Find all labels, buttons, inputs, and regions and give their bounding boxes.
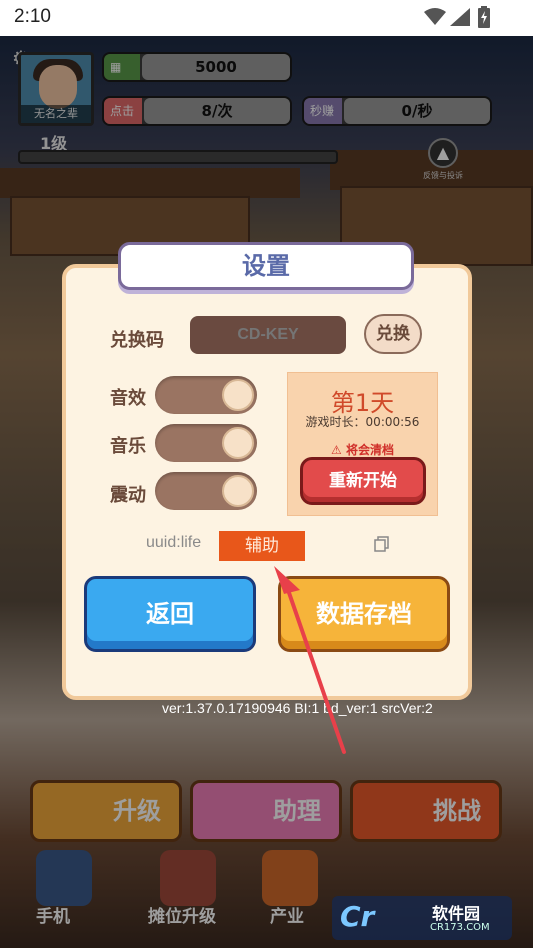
status-bar: 2:10 [0,0,533,36]
dialog-title: 设置 [242,252,290,280]
dialog-title-tab: 设置 [118,242,414,290]
restart-button[interactable]: 重新开始 [300,457,426,505]
back-button[interactable]: 返回 [84,576,256,652]
redeem-button[interactable]: 兑换 [364,314,422,354]
vibration-toggle-knob [222,475,254,507]
reset-warning: ⚠ 将会清档 [288,441,437,458]
play-time: 游戏时长：00:00:56 [305,415,420,429]
sound-toggle-knob [222,379,254,411]
sound-label: 音效 [110,388,146,409]
warning-triangle-icon: ⚠ [331,443,346,457]
watermark-logo: Cr 软件园 CR173.COM [332,896,512,940]
sound-toggle[interactable] [155,376,257,414]
redeem-code-input[interactable] [190,316,346,354]
vibration-label: 震动 [110,485,146,506]
reset-warning-text: 将会清档 [345,443,394,457]
save-data-button[interactable]: 数据存档 [278,576,450,652]
cellular-icon [450,8,470,26]
music-label: 音乐 [110,436,146,457]
watermark-domain: CR173.COM [430,922,490,933]
version-text: ver:1.37.0.17190946 BI:1 bd_ver:1 srcVer… [162,700,433,716]
uuid-text: uuid:life [146,534,202,551]
wifi-icon [424,8,446,25]
assist-label[interactable]: 辅助 [219,531,305,561]
battery-icon [478,6,490,28]
vibration-toggle[interactable] [155,472,257,510]
music-toggle-knob [222,427,254,459]
music-toggle[interactable] [155,424,257,462]
redeem-label: 兑换码 [110,330,164,351]
status-time: 2:10 [14,6,51,27]
copy-icon[interactable] [374,536,390,552]
watermark-logo-mark: Cr [340,900,375,933]
watermark-site: 软件园 [432,904,481,923]
